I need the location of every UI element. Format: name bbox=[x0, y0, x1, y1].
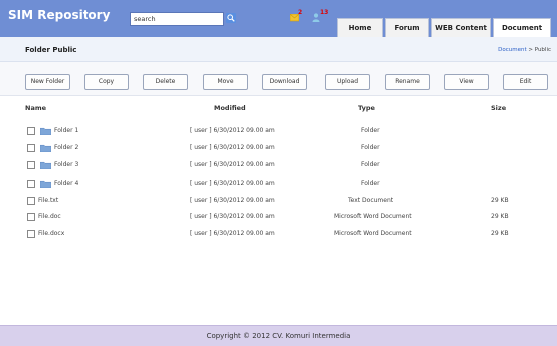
row-modified: [ user ] 6/30/2012 09.00 am bbox=[190, 213, 275, 220]
edit-button[interactable]: Edit bbox=[503, 74, 548, 90]
table-row[interactable]: Folder 2 [ user ] 6/30/2012 09.00 am Fol… bbox=[0, 141, 557, 157]
tab-document[interactable]: Document bbox=[493, 18, 551, 37]
row-modified: [ user ] 6/30/2012 09.00 am bbox=[190, 197, 275, 204]
row-name[interactable]: File.docx bbox=[38, 230, 64, 237]
folder-icon bbox=[40, 127, 51, 135]
row-size: 29 KB bbox=[491, 230, 509, 237]
row-type: Folder bbox=[361, 180, 380, 187]
delete-button[interactable]: Delete bbox=[143, 74, 188, 90]
column-header-size[interactable]: Size bbox=[491, 104, 506, 112]
row-name[interactable]: File.doc bbox=[38, 213, 61, 220]
view-button[interactable]: View bbox=[444, 74, 489, 90]
row-type: Folder bbox=[361, 161, 380, 168]
row-modified: [ user ] 6/30/2012 09.00 am bbox=[190, 230, 275, 237]
table-header: Name Modified Type Size bbox=[0, 100, 557, 114]
app-title[interactable]: SIM Repository bbox=[8, 8, 110, 22]
tab-web-content[interactable]: WEB Content bbox=[431, 18, 491, 37]
folder-icon bbox=[40, 161, 51, 169]
row-type: Microsoft Word Document bbox=[334, 213, 412, 220]
page-title: Folder Public bbox=[25, 46, 77, 54]
row-checkbox[interactable] bbox=[27, 230, 35, 238]
row-size: 29 KB bbox=[491, 213, 509, 220]
row-checkbox[interactable] bbox=[27, 180, 35, 188]
action-toolbar: New Folder Copy Delete Move Download Upl… bbox=[0, 62, 557, 96]
rename-button[interactable]: Rename bbox=[385, 74, 430, 90]
header-bar: SIM Repository search 2 13 Home Forum WE… bbox=[0, 0, 557, 37]
title-bar: Folder Public Document > Public bbox=[0, 37, 557, 62]
new-folder-button[interactable]: New Folder bbox=[25, 74, 70, 90]
copyright-text: Copyright © 2012 CV. Komuri Intermedia bbox=[206, 332, 351, 340]
row-checkbox[interactable] bbox=[27, 144, 35, 152]
row-name[interactable]: Folder 2 bbox=[54, 144, 78, 151]
copy-button[interactable]: Copy bbox=[84, 74, 129, 90]
column-header-modified[interactable]: Modified bbox=[214, 104, 246, 112]
table-row[interactable]: Folder 3 [ user ] 6/30/2012 09.00 am Fol… bbox=[0, 158, 557, 174]
row-checkbox[interactable] bbox=[27, 197, 35, 205]
mail-count: 2 bbox=[298, 9, 303, 16]
row-modified: [ user ] 6/30/2012 09.00 am bbox=[190, 127, 275, 134]
search-input[interactable]: search bbox=[130, 12, 224, 26]
folder-icon bbox=[40, 144, 51, 152]
row-modified: [ user ] 6/30/2012 09.00 am bbox=[190, 180, 275, 187]
breadcrumb-current: Public bbox=[534, 47, 551, 53]
column-header-name[interactable]: Name bbox=[25, 104, 46, 112]
tab-home[interactable]: Home bbox=[337, 18, 383, 37]
user-count: 13 bbox=[320, 9, 329, 16]
column-header-type[interactable]: Type bbox=[358, 104, 375, 112]
row-type: Microsoft Word Document bbox=[334, 230, 412, 237]
row-checkbox[interactable] bbox=[27, 127, 35, 135]
breadcrumb-separator: > bbox=[526, 47, 535, 53]
folder-icon bbox=[40, 180, 51, 188]
breadcrumb: Document > Public bbox=[498, 47, 551, 53]
table-row[interactable]: Folder 4 [ user ] 6/30/2012 09.00 am Fol… bbox=[0, 177, 557, 193]
table-row[interactable]: Folder 1 [ user ] 6/30/2012 09.00 am Fol… bbox=[0, 124, 557, 140]
download-button[interactable]: Download bbox=[262, 74, 307, 90]
user-icon bbox=[312, 13, 320, 22]
row-checkbox[interactable] bbox=[27, 213, 35, 221]
table-row[interactable]: File.docx [ user ] 6/30/2012 09.00 am Mi… bbox=[0, 227, 557, 243]
row-checkbox[interactable] bbox=[27, 161, 35, 169]
row-name[interactable]: File.txt bbox=[38, 197, 58, 204]
footer: Copyright © 2012 CV. Komuri Intermedia bbox=[0, 325, 557, 346]
row-modified: [ user ] 6/30/2012 09.00 am bbox=[190, 144, 275, 151]
row-name[interactable]: Folder 4 bbox=[54, 180, 78, 187]
upload-button[interactable]: Upload bbox=[325, 74, 370, 90]
row-name[interactable]: Folder 3 bbox=[54, 161, 78, 168]
search-icon[interactable] bbox=[226, 13, 236, 23]
row-type: Text Document bbox=[348, 197, 394, 204]
move-button[interactable]: Move bbox=[203, 74, 248, 90]
table-row[interactable]: File.txt [ user ] 6/30/2012 09.00 am Tex… bbox=[0, 194, 557, 210]
row-type: Folder bbox=[361, 144, 380, 151]
breadcrumb-link-document[interactable]: Document bbox=[498, 47, 527, 53]
row-type: Folder bbox=[361, 127, 380, 134]
row-modified: [ user ] 6/30/2012 09.00 am bbox=[190, 161, 275, 168]
row-name[interactable]: Folder 1 bbox=[54, 127, 78, 134]
table-row[interactable]: File.doc [ user ] 6/30/2012 09.00 am Mic… bbox=[0, 210, 557, 226]
tab-forum[interactable]: Forum bbox=[385, 18, 429, 37]
row-size: 29 KB bbox=[491, 197, 509, 204]
